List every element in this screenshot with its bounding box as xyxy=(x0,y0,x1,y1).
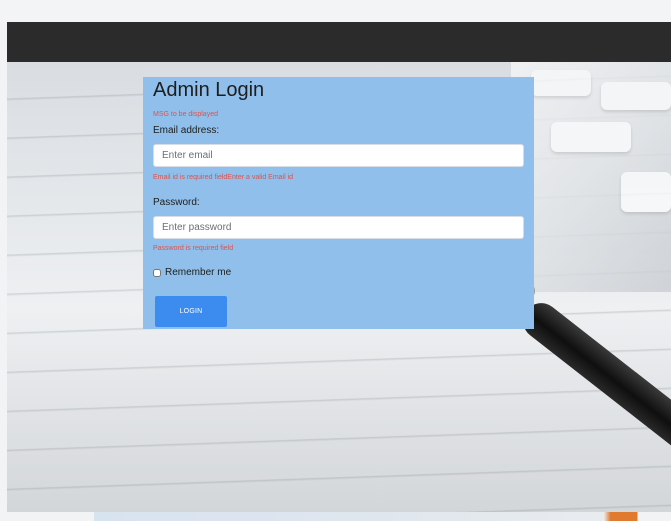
pen-graphic xyxy=(515,295,671,472)
remember-me-checkbox[interactable] xyxy=(153,268,161,277)
email-error-message: Email id is required fieldEnter a valid … xyxy=(153,174,294,181)
password-error-message: Password is required field xyxy=(153,245,234,252)
email-label: Email address: xyxy=(153,125,220,136)
keyboard-key xyxy=(601,82,671,110)
password-field[interactable] xyxy=(153,216,524,239)
top-strip xyxy=(0,0,671,22)
remember-me-label: Remember me xyxy=(165,267,232,278)
taskbar-strip xyxy=(0,512,671,521)
keyboard-key xyxy=(531,70,591,96)
remember-me-toggle[interactable]: Remember me xyxy=(153,267,231,278)
keyboard-key xyxy=(551,122,631,152)
page-title: Admin Login xyxy=(153,79,265,101)
keyboard-graphic xyxy=(511,62,671,292)
login-panel: Admin Login MSG to be displayed Email ad… xyxy=(143,77,534,329)
keyboard-key xyxy=(621,172,671,212)
login-button[interactable]: LOGIN xyxy=(155,296,227,327)
navbar xyxy=(7,22,671,62)
email-field[interactable] xyxy=(153,144,524,167)
password-label: Password: xyxy=(153,197,200,208)
status-message: MSG to be displayed xyxy=(153,111,218,118)
